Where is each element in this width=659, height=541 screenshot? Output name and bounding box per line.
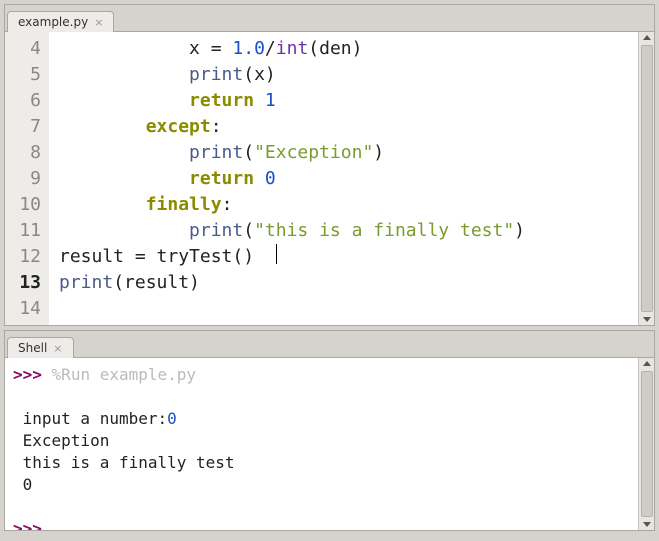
- shell-panel: Shell × >>> %Run example.py input a numb…: [4, 330, 655, 531]
- code-line: except:: [59, 114, 632, 140]
- shell-line: Exception: [13, 430, 630, 452]
- code-token: print: [189, 220, 243, 241]
- shell-output[interactable]: >>> %Run example.py input a number:0 Exc…: [5, 358, 638, 530]
- code-token: except: [146, 116, 211, 137]
- code-line: x = 1.0/int(den): [59, 36, 632, 62]
- code-line: print("this is a finally test"): [59, 218, 632, 244]
- code-line: print("Exception"): [59, 140, 632, 166]
- code-token: (result): [113, 272, 200, 293]
- shell-tabbar: Shell ×: [5, 331, 654, 357]
- shell-blank: [13, 386, 630, 408]
- code-token: ): [514, 220, 525, 241]
- code-token: int: [276, 38, 309, 59]
- scroll-down-icon[interactable]: [643, 317, 651, 322]
- line-number: 8: [11, 140, 41, 166]
- shell-scrollbar[interactable]: [638, 358, 654, 530]
- code-area[interactable]: x = 1.0/int(den) print(x) return 1 excep…: [49, 32, 638, 325]
- line-number: 5: [11, 62, 41, 88]
- code-token: ): [373, 142, 384, 163]
- shell-line: this is a finally test: [13, 452, 630, 474]
- code-token: :: [211, 116, 222, 137]
- code-token: print: [59, 272, 113, 293]
- editor-content: 4567891011121314 x = 1.0/int(den) print(…: [5, 31, 654, 325]
- code-token: return: [189, 90, 254, 111]
- code-line: print(x): [59, 62, 632, 88]
- line-number: 9: [11, 166, 41, 192]
- code-line: return 0: [59, 166, 632, 192]
- code-token: print: [189, 142, 243, 163]
- shell-content-wrap: >>> %Run example.py input a number:0 Exc…: [5, 357, 654, 530]
- editor-panel: example.py × 4567891011121314 x = 1.0/in…: [4, 4, 655, 326]
- scroll-up-icon[interactable]: [643, 361, 651, 366]
- code-line: finally:: [59, 192, 632, 218]
- line-number: 12: [11, 244, 41, 270]
- shell-line: input a number:0: [13, 408, 630, 430]
- editor-tabbar: example.py ×: [5, 5, 654, 31]
- code-token: x =: [189, 38, 232, 59]
- line-number: 7: [11, 114, 41, 140]
- shell-tab-label: Shell: [18, 341, 47, 355]
- code-token: 0: [265, 168, 276, 189]
- code-token: 1.0: [232, 38, 265, 59]
- close-icon[interactable]: ×: [53, 343, 62, 354]
- code-token: [254, 90, 265, 111]
- line-number: 13: [11, 270, 41, 296]
- code-token: "this is a finally test": [254, 220, 514, 241]
- shell-tab[interactable]: Shell ×: [7, 337, 74, 358]
- code-line: print(result): [59, 270, 632, 296]
- scroll-up-icon[interactable]: [643, 35, 651, 40]
- code-token: (: [243, 142, 254, 163]
- line-number: 4: [11, 36, 41, 62]
- shell-line: 0: [13, 474, 630, 496]
- code-token: finally: [146, 194, 222, 215]
- line-number-gutter: 4567891011121314: [5, 32, 49, 325]
- editor-scrollbar[interactable]: [638, 32, 654, 325]
- code-token: "Exception": [254, 142, 373, 163]
- line-number: 6: [11, 88, 41, 114]
- code-token: print: [189, 64, 243, 85]
- scroll-down-icon[interactable]: [643, 522, 651, 527]
- shell-blank: [13, 496, 630, 518]
- shell-run-cmd: %Run example.py: [52, 365, 197, 384]
- shell-prompt: >>>: [13, 519, 42, 530]
- line-number: 14: [11, 296, 41, 322]
- code-token: result = tryTest(): [59, 246, 276, 267]
- shell-line: >>> %Run example.py: [13, 364, 630, 386]
- code-token: (den): [308, 38, 362, 59]
- code-token: [254, 168, 265, 189]
- shell-line: >>>: [13, 518, 630, 530]
- text-cursor: [276, 244, 277, 264]
- close-icon[interactable]: ×: [94, 17, 103, 28]
- shell-prompt: >>>: [13, 365, 42, 384]
- code-token: (: [243, 220, 254, 241]
- code-token: :: [222, 194, 233, 215]
- code-token: /: [265, 38, 276, 59]
- line-number: 10: [11, 192, 41, 218]
- code-line: result = tryTest(): [59, 244, 632, 270]
- code-line: return 1: [59, 88, 632, 114]
- shell-number: 0: [167, 409, 177, 428]
- editor-tab-label: example.py: [18, 15, 88, 29]
- code-token: 1: [265, 90, 276, 111]
- code-token: (x): [243, 64, 276, 85]
- code-token: return: [189, 168, 254, 189]
- scroll-thumb[interactable]: [641, 371, 653, 517]
- line-number: 11: [11, 218, 41, 244]
- editor-tab[interactable]: example.py ×: [7, 11, 114, 32]
- scroll-thumb[interactable]: [641, 45, 653, 312]
